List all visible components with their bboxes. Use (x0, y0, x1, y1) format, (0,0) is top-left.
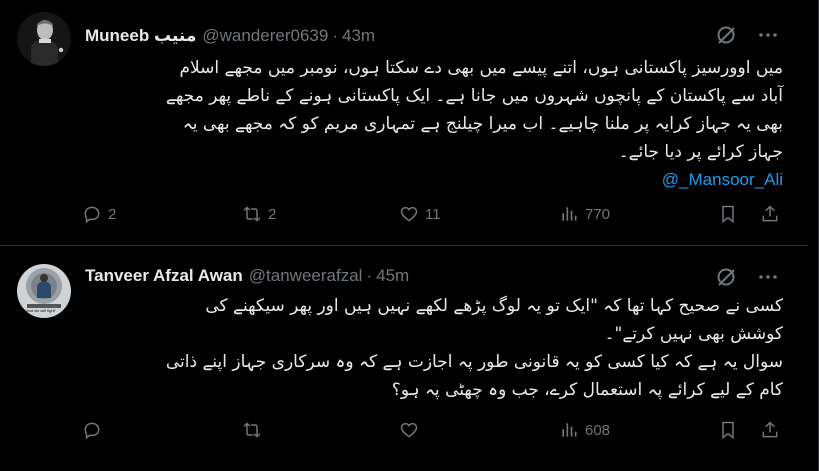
tweet-header-actions (715, 24, 779, 51)
tweet-text-line: جہاز کرائے پر دیا جائے۔ (618, 142, 783, 162)
tweet-header: Muneeb منیب @wanderer0639 · 43m (85, 24, 375, 48)
avatar[interactable]: "and we will fight" (17, 264, 71, 318)
repost-button[interactable] (242, 420, 399, 440)
avatar-caption: "and we will fight" (25, 308, 57, 313)
share-button[interactable] (760, 204, 780, 224)
tweet-text-line: کام کے لیے کرائے پہ استعمال کرے، جب وہ چ… (391, 380, 783, 400)
share-icon (762, 421, 778, 438)
timestamp[interactable]: 45m (376, 266, 409, 286)
views-count: 770 (585, 205, 611, 223)
tweet-actions: 608 (82, 420, 789, 440)
share-button[interactable] (760, 420, 780, 440)
views-icon (562, 207, 577, 221)
separator-dot: · (332, 26, 338, 45)
repost-icon (243, 422, 261, 438)
tweet-header-actions (715, 266, 779, 293)
bookmark-button[interactable] (718, 204, 760, 224)
tweet-text-line: بھی یہ جہاز کرایہ پر ملنا چاہیے۔ اب میرا… (182, 114, 783, 134)
avatar[interactable] (17, 12, 71, 66)
share-icon (762, 205, 778, 222)
more-icon[interactable] (757, 24, 779, 51)
views-icon (562, 423, 577, 437)
timestamp[interactable]: 43m (342, 26, 375, 46)
separator-dot: · (366, 266, 373, 285)
views-count: 608 (585, 421, 611, 439)
reply-icon (84, 206, 100, 224)
bookmark-button[interactable] (718, 420, 760, 440)
tweet-text: میں اوورسیز پاکستانی ہوں، اتنے پیسے میں … (85, 54, 783, 194)
tweet-text-line: آباد سے پاکستان کے پانچوں شہروں میں جانا… (165, 86, 783, 106)
bookmark-icon (722, 205, 734, 223)
repost-count: 2 (268, 205, 277, 223)
reply-icon (84, 422, 100, 440)
reply-button[interactable]: 2 (82, 204, 242, 224)
more-icon[interactable] (757, 266, 779, 293)
tweet-text-line: کسی نے صحیح کہا تھا کہ "ایک تو یہ لوگ پڑ… (205, 296, 783, 316)
like-count: 11 (425, 205, 441, 223)
avatar-portrait (17, 12, 71, 66)
mention-link[interactable]: @_Mansoor_Ali (85, 166, 783, 194)
display-name[interactable]: Tanveer Afzal Awan (85, 266, 243, 286)
tweet-text-line: میں اوورسیز پاکستانی ہوں، اتنے پیسے میں … (179, 58, 783, 78)
timeline: Muneeb منیب @wanderer0639 · 43m میں اوور… (0, 0, 819, 471)
user-handle[interactable]: @wanderer0639 (202, 26, 328, 46)
like-button[interactable]: 11 (399, 204, 559, 224)
like-icon (400, 422, 418, 438)
tweet-text-line: کوشش بھی نہیں کرتے"۔ (604, 324, 783, 344)
views-button[interactable]: 770 (559, 204, 718, 224)
tweet-text-line: سوال یہ ہے کہ کیا کسی کو یہ قانونی طور پ… (165, 352, 783, 372)
repost-button[interactable]: 2 (242, 204, 399, 224)
like-icon (400, 206, 418, 222)
views-button[interactable]: 608 (559, 420, 718, 440)
like-button[interactable] (399, 420, 559, 440)
bookmark-icon (722, 421, 734, 439)
grok-icon[interactable] (715, 266, 737, 293)
tweet-header: Tanveer Afzal Awan @tanweerafzal · 45m (85, 264, 409, 288)
reply-count: 2 (108, 205, 117, 223)
user-handle[interactable]: @tanweerafzal (249, 266, 363, 286)
tweet-actions: 2 2 11 770 (82, 204, 789, 224)
repost-icon (243, 206, 261, 222)
tweet-text: کسی نے صحیح کہا تھا کہ "ایک تو یہ لوگ پڑ… (85, 292, 783, 404)
grok-icon[interactable] (715, 24, 737, 51)
display-name[interactable]: Muneeb منیب (85, 26, 196, 46)
reply-button[interactable] (82, 420, 242, 440)
